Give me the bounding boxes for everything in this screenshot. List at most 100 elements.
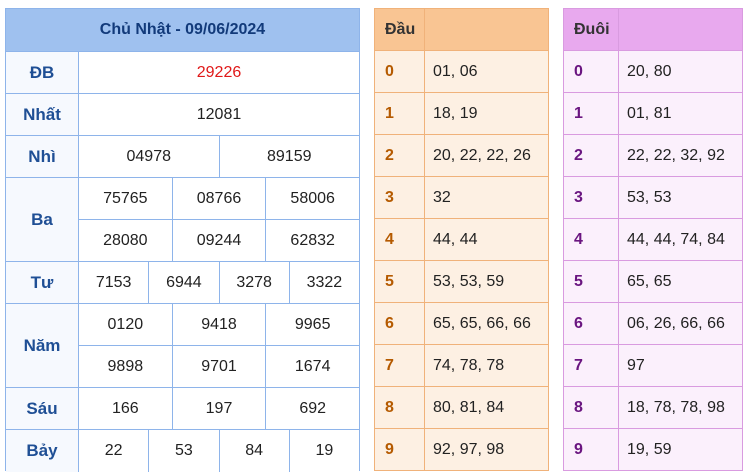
prize-row: Năm 0120 9418 9965 9898 9701 1674 bbox=[6, 304, 359, 388]
dau-row: 8 80, 81, 84 bbox=[375, 387, 548, 429]
prize-number: 6944 bbox=[149, 262, 220, 303]
dau-header-blank bbox=[425, 9, 548, 50]
duoi-digit: 2 bbox=[564, 135, 619, 176]
dau-values: 18, 19 bbox=[433, 104, 478, 122]
dau-header: Đầu bbox=[375, 9, 425, 50]
duoi-digit: 8 bbox=[564, 387, 619, 428]
duoi-row: 1 01, 81 bbox=[564, 93, 742, 135]
prize-number: 53 bbox=[149, 430, 220, 472]
prize-number: 89159 bbox=[267, 147, 312, 165]
duoi-values: 18, 78, 78, 98 bbox=[627, 398, 725, 416]
dau-row: 6 65, 65, 66, 66 bbox=[375, 303, 548, 345]
duoi-row: 7 97 bbox=[564, 345, 742, 387]
prize-number: 58006 bbox=[290, 189, 335, 207]
duoi-values: 01, 81 bbox=[627, 104, 672, 122]
dau-values: 65, 65, 66, 66 bbox=[433, 314, 531, 332]
prize-number-line: 7153 6944 3278 3322 bbox=[79, 262, 359, 303]
prize-number-line: 12081 bbox=[79, 94, 359, 135]
duoi-values: 65, 65 bbox=[627, 272, 672, 290]
dau-values: 92, 97, 98 bbox=[433, 441, 505, 458]
prize-label: ĐB bbox=[6, 52, 79, 93]
dau-digit: 2 bbox=[375, 135, 425, 176]
prize-number: 166 bbox=[79, 388, 173, 429]
dau-values: 32 bbox=[433, 188, 451, 206]
duoi-row: 8 18, 78, 78, 98 bbox=[564, 387, 742, 429]
prize-number-line: 166 197 692 bbox=[79, 388, 359, 429]
dau-values: 44, 44 bbox=[433, 230, 478, 248]
prize-number: 62832 bbox=[290, 231, 335, 249]
duoi-row: 6 06, 26, 66, 66 bbox=[564, 303, 742, 345]
dau-digit: 7 bbox=[375, 345, 425, 386]
prize-number: 197 bbox=[173, 388, 267, 429]
duoi-header: Đuôi bbox=[564, 9, 619, 50]
dau-row: 1 18, 19 bbox=[375, 93, 548, 135]
prize-number-line: 28080 09244 62832 bbox=[79, 220, 359, 261]
prize-numbers: 29226 bbox=[79, 52, 359, 93]
prize-number: 1674 bbox=[294, 357, 331, 375]
prize-row: Nhì 04978 89159 bbox=[6, 136, 359, 178]
prize-numbers: 04978 89159 bbox=[79, 136, 359, 177]
duoi-values: 53, 53 bbox=[627, 188, 672, 206]
prize-label: Nhì bbox=[6, 136, 79, 177]
dau-values: 01, 06 bbox=[433, 62, 478, 80]
duoi-values: 20, 80 bbox=[627, 62, 672, 80]
dau-row: 4 44, 44 bbox=[375, 219, 548, 261]
dau-digit: 1 bbox=[375, 93, 425, 134]
prize-number: 7153 bbox=[79, 262, 150, 303]
dau-values: 20, 22, 22, 26 bbox=[433, 146, 531, 164]
prize-row: Tư 7153 6944 3278 3322 bbox=[6, 262, 359, 304]
prize-row: Bảy 22 53 84 19 bbox=[6, 430, 359, 472]
prize-number-line: 0120 9418 9965 bbox=[79, 304, 359, 346]
duoi-row: 5 65, 65 bbox=[564, 261, 742, 303]
prize-number: 09244 bbox=[173, 220, 267, 261]
duoi-rows: 0 20, 80 1 01, 81 2 22, 22, 32, 92 3 53, 53 4 44,… bbox=[564, 51, 742, 471]
duoi-digit: 0 bbox=[564, 51, 619, 92]
dau-table: Đầu 0 01, 06 1 18, 19 2 20, 22, 22, 26 3 32 4 44,… bbox=[374, 8, 549, 471]
prize-numbers: 12081 bbox=[79, 94, 359, 135]
prize-number-line: 9898 9701 1674 bbox=[79, 346, 359, 387]
prize-numbers: 0120 9418 9965 9898 9701 1674 bbox=[79, 304, 359, 387]
duoi-digit: 9 bbox=[564, 429, 619, 471]
dau-digit: 3 bbox=[375, 177, 425, 218]
dau-digit: 9 bbox=[375, 429, 425, 471]
prize-row: Nhất 12081 bbox=[6, 94, 359, 136]
prize-label: Sáu bbox=[6, 388, 79, 429]
prize-number: 12081 bbox=[196, 105, 242, 123]
duoi-header-blank bbox=[619, 9, 742, 50]
duoi-header-row: Đuôi bbox=[564, 9, 742, 51]
duoi-row: 3 53, 53 bbox=[564, 177, 742, 219]
prize-number: 19 bbox=[315, 442, 334, 459]
prize-row: Ba 75765 08766 58006 28080 09244 62832 bbox=[6, 178, 359, 262]
prize-number: 3278 bbox=[220, 262, 290, 303]
prize-label: Năm bbox=[6, 304, 79, 387]
duoi-values: 19, 59 bbox=[627, 441, 672, 458]
dau-row: 3 32 bbox=[375, 177, 548, 219]
prize-numbers: 22 53 84 19 bbox=[79, 430, 359, 472]
duoi-values: 97 bbox=[627, 356, 645, 374]
prize-number-line: 22 53 84 19 bbox=[79, 430, 359, 472]
prize-number: 0120 bbox=[79, 304, 173, 345]
prize-numbers: 7153 6944 3278 3322 bbox=[79, 262, 359, 303]
prize-number-line: 04978 89159 bbox=[79, 136, 359, 177]
dau-values: 74, 78, 78 bbox=[433, 356, 505, 374]
prize-number: 9701 bbox=[173, 346, 267, 387]
dau-digit: 6 bbox=[375, 303, 425, 344]
dau-header-row: Đầu bbox=[375, 9, 548, 51]
dau-row: 0 01, 06 bbox=[375, 51, 548, 93]
prize-label: Nhất bbox=[6, 94, 79, 135]
duoi-values: 06, 26, 66, 66 bbox=[627, 314, 725, 332]
prize-number: 75765 bbox=[79, 178, 173, 219]
duoi-values: 44, 44, 74, 84 bbox=[627, 230, 725, 248]
dau-digit: 5 bbox=[375, 261, 425, 302]
duoi-digit: 6 bbox=[564, 303, 619, 344]
duoi-row: 0 20, 80 bbox=[564, 51, 742, 93]
prize-numbers: 75765 08766 58006 28080 09244 62832 bbox=[79, 178, 359, 261]
dau-rows: 0 01, 06 1 18, 19 2 20, 22, 22, 26 3 32 4 44, 44 5… bbox=[375, 51, 548, 471]
prize-number: 9898 bbox=[79, 346, 173, 387]
prize-label: Ba bbox=[6, 178, 79, 261]
dau-row: 5 53, 53, 59 bbox=[375, 261, 548, 303]
prize-number: 04978 bbox=[79, 136, 220, 177]
duoi-row: 4 44, 44, 74, 84 bbox=[564, 219, 742, 261]
duoi-digit: 5 bbox=[564, 261, 619, 302]
prize-number: 84 bbox=[220, 430, 290, 472]
